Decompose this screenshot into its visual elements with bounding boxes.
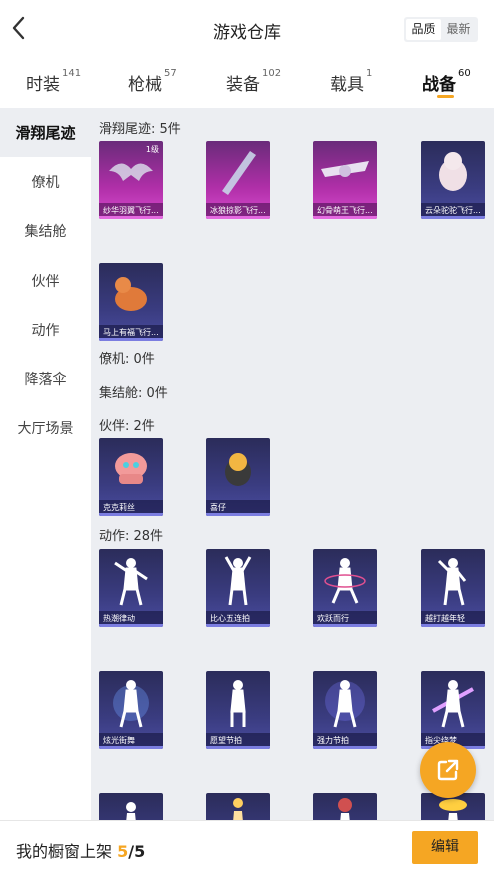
showcase-total: /5 xyxy=(128,842,146,861)
item-card[interactable]: 强力节拍 xyxy=(313,671,377,749)
item-card[interactable] xyxy=(206,793,270,820)
section-title-trail: 滑翔尾迹: 5件 xyxy=(99,122,181,137)
item-card[interactable]: 喜仔 xyxy=(206,438,270,516)
sidenav-item-trail[interactable]: 滑翔尾迹 xyxy=(0,108,91,158)
showcase-status: 我的橱窗上架 5/5 xyxy=(16,838,145,862)
item-card[interactable]: 克克莉丝 xyxy=(99,438,163,516)
rarity-bar xyxy=(99,216,163,219)
rarity-bar xyxy=(99,624,163,627)
sidenav-item-partner[interactable]: 伙伴 xyxy=(0,256,91,305)
category-tabs: 时装141 枪械57 装备102 载具1 战备60 xyxy=(0,58,494,108)
side-nav: 滑翔尾迹 僚机 集结舱 伙伴 动作 降落伞 大厅场景 xyxy=(0,108,91,820)
item-card[interactable]: 欢跃而行 xyxy=(313,549,377,627)
tab-guns[interactable]: 枪械57 xyxy=(128,68,177,95)
emote-figure-icon xyxy=(233,798,243,820)
rarity-bar xyxy=(313,624,377,627)
item-card[interactable]: 愿望节拍 xyxy=(206,671,270,749)
emote-figure-icon xyxy=(338,798,352,820)
dance-figure-icon xyxy=(114,558,148,606)
item-card[interactable]: 冰狼掠影飞行... xyxy=(206,141,270,219)
section-title-capsule: 集结舱: 0件 xyxy=(99,386,168,401)
alpaca-trail-icon xyxy=(439,152,467,191)
section-title-emote: 动作: 28件 xyxy=(99,529,164,544)
rarity-bar xyxy=(99,513,163,516)
chick-partner-icon xyxy=(225,453,251,486)
tab-equipment[interactable]: 装备102 xyxy=(226,68,281,95)
item-level-badge: 1级 xyxy=(145,145,159,154)
octopus-partner-icon xyxy=(115,453,147,484)
item-card[interactable]: 幻骨萌王飞行... xyxy=(313,141,377,219)
rarity-bar xyxy=(421,624,485,627)
tab-indicator xyxy=(437,95,454,98)
sidenav-item-wingman[interactable]: 僚机 xyxy=(0,157,91,206)
share-fab-button[interactable] xyxy=(420,742,476,798)
sort-quality-button[interactable]: 品质 xyxy=(406,19,441,40)
item-card[interactable]: 炫光街舞 xyxy=(99,671,163,749)
item-card[interactable] xyxy=(99,793,163,820)
rarity-bar xyxy=(421,216,485,219)
share-icon xyxy=(437,759,459,781)
bottom-bar: 我的橱窗上架 5/5 编辑 xyxy=(0,820,494,875)
section-title-partner: 伙伴: 2件 xyxy=(99,419,155,434)
sidenav-item-parachute[interactable]: 降落伞 xyxy=(0,354,91,403)
power-beat-icon xyxy=(325,680,365,728)
item-card[interactable]: 马上有福飞行... xyxy=(99,263,163,341)
section-title-wingman: 僚机: 0件 xyxy=(99,352,155,367)
showcase-label: 我的橱窗上架 xyxy=(16,842,113,861)
rarity-bar xyxy=(313,746,377,749)
item-card[interactable]: 比心五连拍 xyxy=(206,549,270,627)
rarity-bar xyxy=(206,513,270,516)
item-card[interactable]: 云朵驼驼飞行... xyxy=(421,141,485,219)
wish-pose-icon xyxy=(230,680,246,727)
plane-trail-icon xyxy=(321,161,369,177)
item-card[interactable] xyxy=(313,793,377,820)
fingertip-dream-icon xyxy=(432,680,474,728)
rarity-bar xyxy=(99,746,163,749)
sidenav-item-capsule[interactable]: 集结舱 xyxy=(0,207,91,256)
item-card[interactable]: 热潮律动 xyxy=(99,549,163,627)
sort-newest-button[interactable]: 最新 xyxy=(441,19,476,40)
glow-dance-icon xyxy=(113,680,149,728)
rarity-bar xyxy=(99,338,163,341)
wave-figure-icon xyxy=(437,558,467,606)
content-area: 滑翔尾迹: 5件 1级 纱华羽翼飞行... 冰狼掠影飞行... 幻骨萌王飞行..… xyxy=(91,108,494,820)
tab-readiness[interactable]: 战备60 xyxy=(422,68,471,95)
edit-button[interactable]: 编辑 xyxy=(412,831,478,864)
sort-toggle: 品质 最新 xyxy=(404,17,478,42)
app-header: 游戏仓库 品质 最新 xyxy=(0,0,494,58)
rarity-bar xyxy=(206,216,270,219)
emote-figure-icon xyxy=(126,802,136,820)
tab-vehicles[interactable]: 载具1 xyxy=(330,68,372,95)
item-card[interactable]: 越打越年轻 xyxy=(421,549,485,627)
horse-trail-icon xyxy=(115,277,147,311)
tab-fashion[interactable]: 时装141 xyxy=(26,68,81,95)
rarity-bar xyxy=(206,746,270,749)
sidenav-item-lobby[interactable]: 大厅场景 xyxy=(0,404,91,453)
rarity-bar xyxy=(206,624,270,627)
heart-pose-icon xyxy=(224,556,252,606)
item-card[interactable]: 指尖绕梦 xyxy=(421,671,485,749)
blade-trail-icon xyxy=(222,151,256,195)
jump-figure-icon xyxy=(324,558,366,604)
sidenav-item-emote[interactable]: 动作 xyxy=(0,305,91,354)
rarity-bar xyxy=(313,216,377,219)
item-card[interactable]: 1级 纱华羽翼飞行... xyxy=(99,141,163,219)
showcase-current: 5 xyxy=(117,842,129,861)
